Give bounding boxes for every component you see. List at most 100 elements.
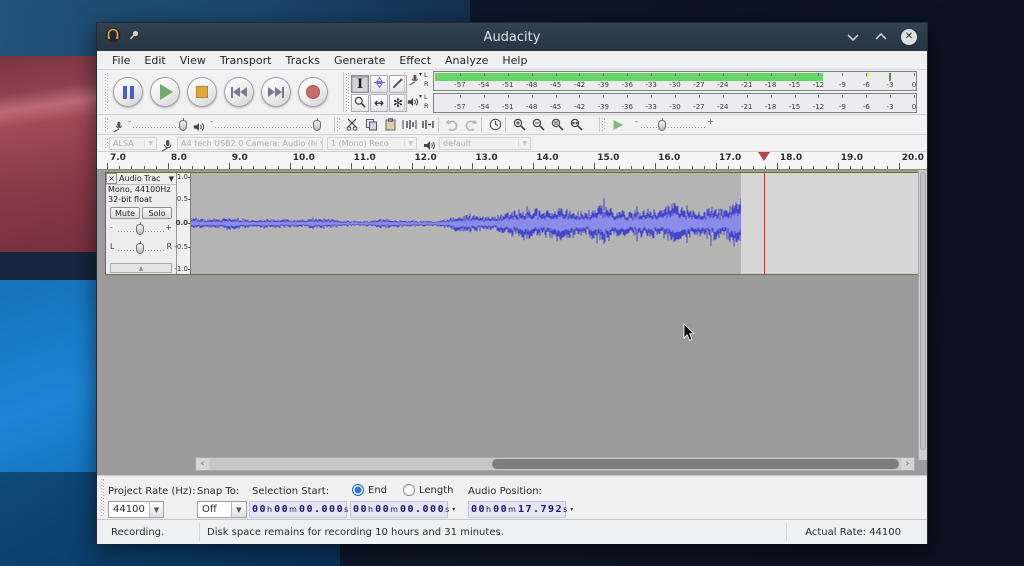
audio-position-field[interactable]: 00h00m17.792s▾ <box>468 501 566 518</box>
track-menu-arrow-icon[interactable]: ▼ <box>169 175 176 183</box>
meter-db-label: -57 <box>454 103 465 111</box>
ruler-tick <box>436 166 437 169</box>
timeshift-tool-button[interactable]: ↔ <box>370 94 388 112</box>
recording-meter[interactable]: ▾LR-57-54-51-48-45-42-39-36-33-30-27-24-… <box>407 71 921 91</box>
record-button[interactable] <box>298 77 328 107</box>
vertical-scrollbar-thumb[interactable] <box>920 172 926 450</box>
pause-button[interactable] <box>113 77 143 107</box>
output-volume-slider-thumb[interactable] <box>313 120 321 131</box>
paste-button[interactable] <box>381 116 399 134</box>
waveform-empty-region[interactable] <box>741 173 918 274</box>
timeline-ruler[interactable]: 7.08.09.010.011.012.013.014.015.016.017.… <box>97 152 927 170</box>
menu-generate[interactable]: Generate <box>327 53 392 68</box>
ruler-tick <box>862 166 863 169</box>
zoom-in-button[interactable] <box>510 116 528 134</box>
meter-tick <box>747 73 748 76</box>
audio-host-select[interactable]: ALSA▼ <box>109 137 157 150</box>
menu-file[interactable]: File <box>105 53 137 68</box>
skip-to-start-button[interactable] <box>224 77 254 107</box>
selection-end-field[interactable]: 00h00m00.000s▾ <box>350 501 448 518</box>
menu-analyze[interactable]: Analyze <box>438 53 495 68</box>
speed-slider-track[interactable] <box>641 127 705 128</box>
gain-min-label: - <box>110 223 113 232</box>
horizontal-scrollbar-track[interactable] <box>209 458 901 470</box>
close-button[interactable]: ✕ <box>901 29 917 45</box>
menu-view[interactable]: View <box>173 53 213 68</box>
scroll-right-arrow[interactable]: › <box>901 458 914 470</box>
meter-speaker-icon[interactable]: ▾ <box>407 93 433 113</box>
minimize-button[interactable] <box>845 29 861 45</box>
meter-db-label: -45 <box>550 81 561 89</box>
maximize-button[interactable] <box>873 29 889 45</box>
playback-meter-box[interactable]: -57-54-51-48-45-42-39-36-33-30-27-24-21-… <box>433 93 917 113</box>
recording-meter-box[interactable]: -57-54-51-48-45-42-39-36-33-30-27-24-21-… <box>433 71 917 91</box>
horizontal-scrollbar-thumb[interactable] <box>492 459 899 469</box>
pin-icon[interactable] <box>128 29 140 45</box>
window-title: Audacity <box>97 30 927 45</box>
playback-device-select[interactable]: default▼ <box>439 137 531 150</box>
selection-tool-button[interactable]: I <box>351 75 369 93</box>
zoom-selection-button[interactable] <box>548 116 566 134</box>
menu-help[interactable]: Help <box>495 53 534 68</box>
track-area[interactable]: × Audio Trac ▼ Mono, 44100Hz 32-bit floa… <box>97 170 927 475</box>
zoom-project-button[interactable] <box>567 116 585 134</box>
transcription-toolbar-grip[interactable] <box>602 118 606 131</box>
end-radio[interactable] <box>352 484 364 496</box>
snap-to-select[interactable]: Off ▼ <box>197 501 247 518</box>
mute-button[interactable]: Mute <box>110 207 140 219</box>
recording-channels-select[interactable]: 1 (Mono) Reco▼ <box>327 137 417 150</box>
project-rate-select[interactable]: 44100 ▼ <box>108 501 164 518</box>
skip-to-end-button[interactable] <box>261 77 291 107</box>
input-volume-slider-track[interactable] <box>133 127 185 128</box>
end-radio-group: End <box>352 484 387 496</box>
menu-effect[interactable]: Effect <box>392 53 438 68</box>
mixer-toolbar-grip[interactable] <box>105 118 109 131</box>
zoom-out-button[interactable] <box>529 116 547 134</box>
waveform-area[interactable] <box>191 173 918 274</box>
edit-toolbar-grip[interactable] <box>337 118 341 131</box>
menu-transport[interactable]: Transport <box>213 53 279 68</box>
title-bar[interactable]: Audacity ✕ <box>97 23 927 51</box>
waveform-recorded-region[interactable] <box>191 173 741 274</box>
menu-edit[interactable]: Edit <box>137 53 172 68</box>
track-name[interactable]: Audio Trac <box>117 174 169 183</box>
trim-button[interactable] <box>400 116 418 134</box>
silence-button[interactable] <box>419 116 437 134</box>
ruler-tick <box>813 166 814 169</box>
copy-button[interactable] <box>362 116 380 134</box>
ruler-tick <box>314 166 315 169</box>
output-volume-slider-track[interactable] <box>215 127 319 128</box>
track-collapse-button[interactable]: ▲ <box>110 263 172 273</box>
speed-slider-thumb[interactable] <box>658 120 666 131</box>
tools-toolbar-grip[interactable] <box>346 73 350 111</box>
audio-track[interactable]: × Audio Trac ▼ Mono, 44100Hz 32-bit floa… <box>105 172 919 275</box>
play-at-speed-button[interactable] <box>609 116 627 134</box>
scroll-left-arrow[interactable]: ‹ <box>196 458 209 470</box>
vertical-scrollbar[interactable] <box>918 170 927 460</box>
meter-mic-icon[interactable]: ▾ <box>407 71 433 91</box>
sync-lock-button[interactable] <box>486 116 504 134</box>
solo-button[interactable]: Solo <box>142 207 172 219</box>
selection-start-field[interactable]: 00h00m00.000s▾ <box>249 501 347 518</box>
ruler-tick <box>107 163 108 169</box>
play-button[interactable] <box>150 77 180 107</box>
track-close-button[interactable]: × <box>106 173 117 184</box>
input-volume-slider-thumb[interactable] <box>179 120 187 131</box>
cut-button[interactable] <box>343 116 361 134</box>
length-radio[interactable] <box>403 484 415 496</box>
menu-tracks[interactable]: Tracks <box>278 53 327 68</box>
horizontal-scrollbar[interactable]: ‹ › <box>195 457 915 471</box>
selection-toolbar-grip[interactable] <box>101 479 105 516</box>
pan-slider-thumb[interactable] <box>136 243 144 254</box>
redo-button[interactable] <box>462 116 480 134</box>
gain-slider[interactable]: - + <box>110 220 172 238</box>
gain-slider-thumb[interactable] <box>136 224 144 235</box>
stop-button[interactable] <box>187 77 217 107</box>
transport-toolbar-grip[interactable] <box>105 73 109 111</box>
undo-button[interactable] <box>443 116 461 134</box>
recording-device-select[interactable]: A4 tech USB2.0 Camera: Audio (h▼ <box>177 137 323 150</box>
envelope-tool-button[interactable] <box>370 75 388 93</box>
playback-meter[interactable]: ▾LR-57-54-51-48-45-42-39-36-33-30-27-24-… <box>407 93 921 113</box>
pan-slider[interactable]: L R <box>110 239 172 257</box>
zoom-tool-button[interactable] <box>351 94 369 112</box>
